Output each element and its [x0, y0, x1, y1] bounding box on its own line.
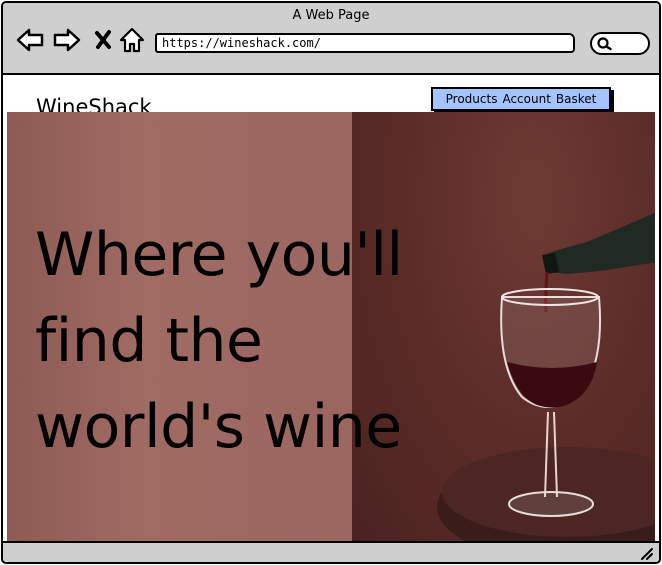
home-icon[interactable]: [117, 25, 147, 55]
nav-item-basket[interactable]: Basket: [556, 92, 596, 106]
hero-heading: Where you'll find the world's wine: [35, 212, 455, 470]
nav-item-products[interactable]: Products: [446, 92, 498, 106]
hero-heading-line-3: world's wine: [35, 392, 402, 462]
url-input[interactable]: https://wineshack.com/: [155, 33, 575, 53]
forward-arrow-icon[interactable]: [52, 25, 82, 55]
back-arrow-icon[interactable]: [15, 25, 45, 55]
page-viewport: WineShack Products Account Basket Where …: [3, 75, 659, 542]
resize-grip-icon[interactable]: [639, 546, 653, 560]
search-input[interactable]: [590, 32, 650, 55]
status-bar: [3, 541, 659, 562]
nav-item-account[interactable]: Account: [502, 92, 550, 106]
close-x-icon[interactable]: [89, 25, 119, 55]
search-icon: [597, 37, 612, 51]
browser-window: A Web Page https://wineshack.com/ WineSh…: [1, 1, 661, 564]
nav-menu: Products Account Basket: [431, 87, 611, 111]
browser-toolbar: A Web Page https://wineshack.com/: [3, 3, 659, 75]
window-title: A Web Page: [292, 8, 370, 23]
hero-heading-line-2: find the: [35, 306, 263, 376]
hero-heading-line-1: Where you'll: [35, 220, 403, 290]
hero-banner: Where you'll find the world's wine: [7, 112, 655, 542]
